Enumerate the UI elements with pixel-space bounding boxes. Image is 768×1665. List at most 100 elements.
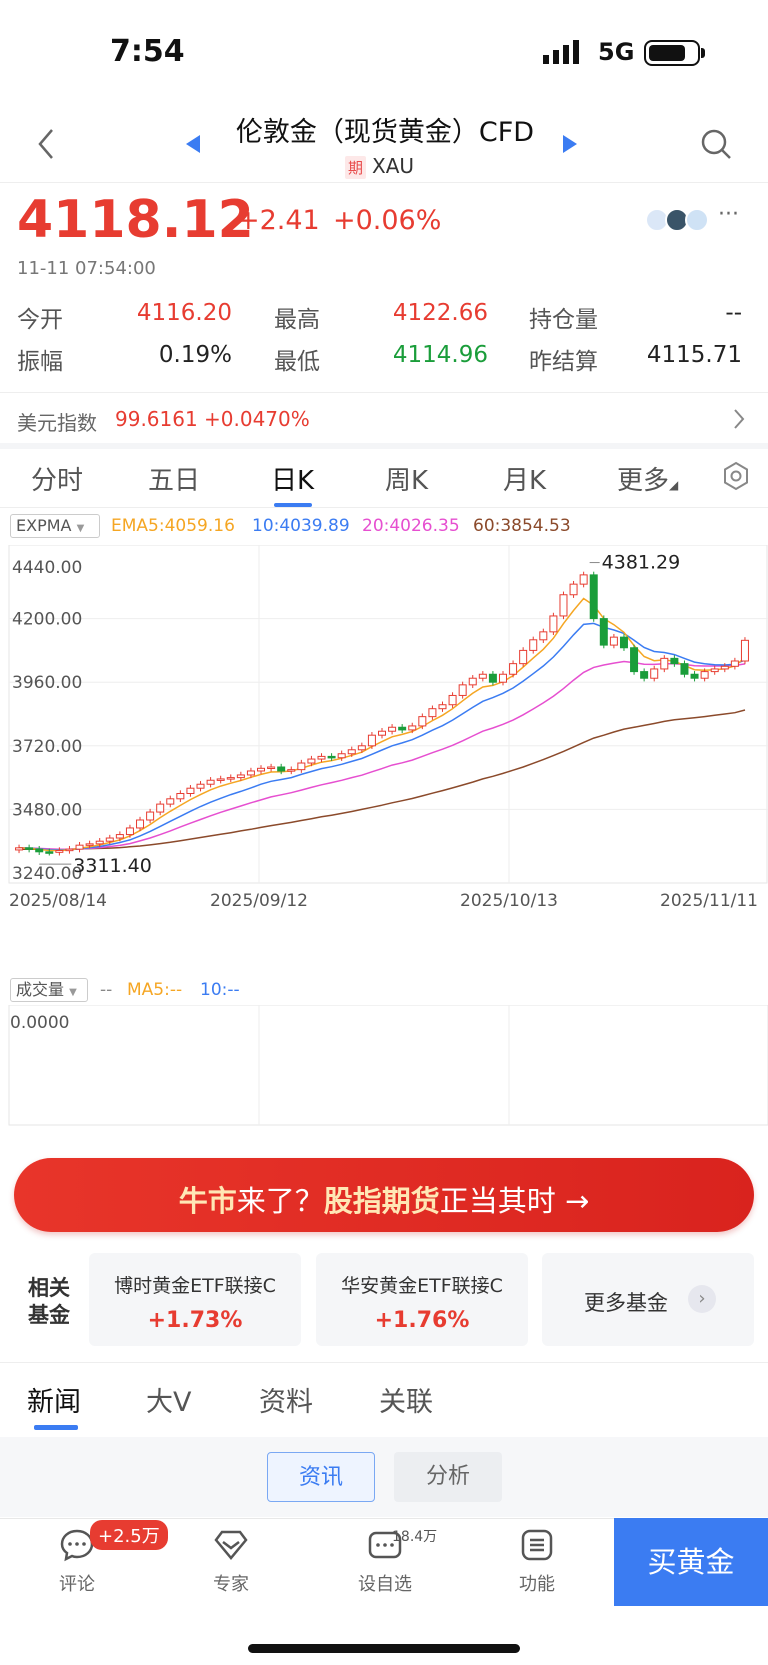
next-instrument-icon[interactable]	[563, 135, 577, 153]
y-tick-label: 4440.00	[12, 558, 82, 578]
expert-button[interactable]: 专家	[186, 1528, 276, 1596]
more-icon[interactable]: ···	[718, 202, 739, 227]
settings-icon[interactable]	[721, 461, 751, 491]
indicator-select[interactable]: EXPMA ▼	[10, 514, 100, 538]
candle-body	[529, 639, 538, 651]
candle-body	[85, 843, 94, 846]
candle-body	[327, 755, 336, 759]
candle-body	[478, 673, 487, 679]
prev-instrument-icon[interactable]	[186, 135, 200, 153]
candle-body	[267, 766, 276, 769]
status-time: 7:54	[110, 34, 185, 69]
stat-low-label: 最低	[274, 349, 320, 375]
ema20-line	[18, 660, 746, 850]
tab-profile[interactable]: 资料	[259, 1380, 313, 1419]
stat-settle-label: 昨结算	[529, 349, 598, 375]
candle-body	[539, 631, 548, 641]
chevron-right-icon	[734, 409, 745, 429]
dollar-index-label: 美元指数	[17, 411, 97, 435]
stat-oi-label: 持仓量	[529, 307, 598, 333]
candle-body	[307, 758, 316, 764]
candle-body	[428, 708, 437, 718]
candle-body	[680, 663, 689, 675]
candle-body	[498, 673, 507, 683]
price-change-pct: +0.06%	[333, 205, 442, 236]
candle-body	[488, 673, 497, 683]
pill-analysis[interactable]: 分析	[394, 1452, 502, 1502]
quote-time: 11-11 07:54:00	[17, 258, 156, 279]
candle-body	[236, 774, 245, 779]
follower-avatars[interactable]	[645, 207, 709, 233]
candle-body	[206, 779, 215, 785]
y-tick-label: 3240.00	[12, 864, 82, 884]
buy-gold-button[interactable]: 买黄金	[614, 1518, 768, 1606]
tab-weekly-k[interactable]: 周K	[385, 460, 428, 497]
candle-body	[378, 730, 386, 736]
fund-card[interactable]: 华安黄金ETF联接C +1.76%	[316, 1253, 528, 1346]
battery-icon	[644, 40, 700, 66]
tab-five-day[interactable]: 五日	[148, 460, 200, 497]
home-indicator	[248, 1644, 520, 1653]
candle-body	[246, 770, 255, 776]
candle-body	[45, 851, 54, 854]
candle-body	[710, 668, 719, 673]
max-price-label: 4381.29	[602, 552, 681, 574]
volume-chart: 0.0000	[8, 1005, 768, 1126]
stat-open-label: 今开	[17, 307, 63, 333]
y-tick-label: 3960.00	[12, 673, 82, 693]
candle-body	[357, 745, 366, 751]
functions-button[interactable]: 功能	[492, 1528, 582, 1596]
candle-body	[609, 636, 618, 646]
candle-body	[216, 778, 225, 781]
candle-body	[408, 725, 417, 731]
candle-body	[347, 749, 356, 755]
tab-intraday[interactable]: 分时	[31, 460, 83, 497]
pill-info[interactable]: 资讯	[267, 1452, 375, 1502]
signal-icon	[543, 40, 579, 64]
candle-body	[196, 783, 205, 789]
x-tick-label: 2025/10/13	[460, 891, 558, 911]
search-icon[interactable]	[700, 128, 732, 160]
candle-body	[146, 811, 155, 821]
stat-amp-label: 振幅	[17, 349, 63, 375]
last-price: 4118.12	[17, 190, 254, 250]
min-price-label: 3311.40	[73, 855, 152, 877]
fund-card[interactable]: 博时黄金ETF联接C +1.73%	[89, 1253, 301, 1346]
y-tick-label: 4200.00	[12, 610, 82, 630]
stat-settle-value: 4115.71	[646, 342, 742, 368]
candle-body	[509, 663, 518, 675]
more-funds-button[interactable]: 更多基金 ›	[542, 1253, 754, 1346]
tab-related[interactable]: 关联	[379, 1380, 433, 1419]
volume-indicator-select[interactable]: 成交量 ▼	[10, 978, 88, 1002]
candle-body	[287, 769, 296, 772]
candle-body	[690, 673, 699, 679]
stat-low-value: 4114.96	[392, 342, 488, 368]
stat-open-value: 4116.20	[136, 300, 232, 326]
tab-more[interactable]: 更多◢	[617, 460, 678, 497]
candle-body	[105, 837, 114, 842]
candle-body	[136, 819, 145, 829]
y-tick-label: 3720.00	[12, 737, 82, 757]
tab-daily-k[interactable]: 日K	[271, 460, 314, 497]
volume-ma10: 10:--	[200, 980, 240, 1000]
candlestick-chart[interactable]: 4440.00 4200.00 3960.00 3720.00 3480.00 3240.…	[0, 545, 768, 955]
tab-news[interactable]: 新闻	[27, 1380, 81, 1419]
candle-body	[388, 726, 397, 732]
dollar-index-pct: +0.0470%	[204, 407, 310, 431]
chart-frame	[8, 545, 768, 884]
candle-body	[438, 704, 447, 710]
tab-monthly-k[interactable]: 月K	[503, 460, 546, 497]
candle-body	[35, 848, 44, 853]
back-icon[interactable]	[36, 128, 56, 160]
ema20-value: 20:4026.35	[362, 516, 460, 536]
candle-body	[176, 793, 185, 800]
candle-body	[166, 798, 175, 805]
candle-body	[650, 668, 659, 679]
tab-influencers[interactable]: 大V	[146, 1380, 191, 1419]
candle-body	[640, 671, 649, 679]
banner-text: 牛市来了？股指期货正当其时 →	[178, 1184, 590, 1218]
price-change: +2.41	[237, 205, 320, 236]
candle-body	[125, 827, 134, 836]
candle-body	[55, 849, 64, 853]
instrument-code: 期 XAU	[345, 154, 414, 179]
